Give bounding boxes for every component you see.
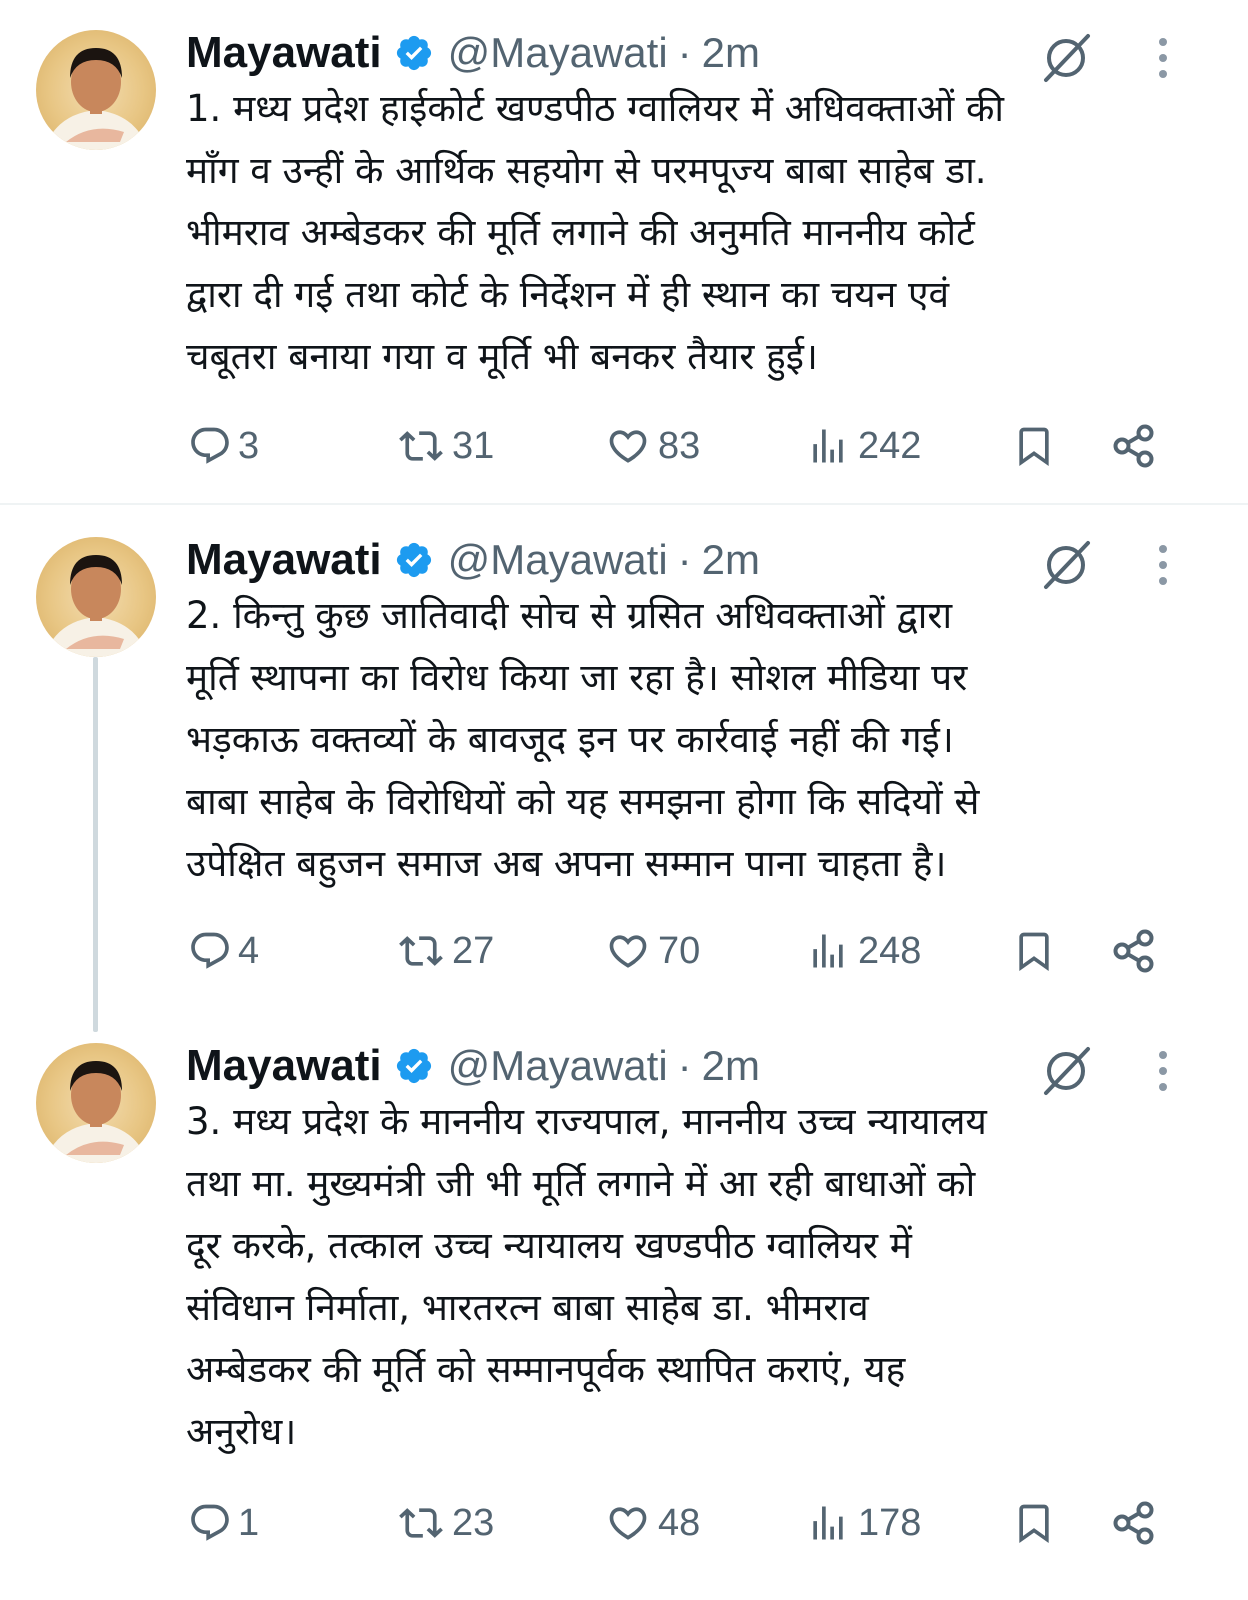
bookmark-icon (1019, 427, 1049, 467)
tweet-text-line: 3. मध्य प्रदेश के माननीय राज्यपाल, माननी… (186, 1100, 987, 1143)
separator-dot: · (677, 536, 692, 583)
tweet-1[interactable]: Mayawati @Mayawati · 2m 1. मध्य प्रदेश ह… (0, 10, 1248, 500)
views-icon (813, 429, 843, 463)
tweet-text-line: 2. किन्तु कुछ जातिवादी सोच से ग्रसित अधि… (186, 594, 953, 637)
separator-dot: · (677, 1042, 692, 1089)
bookmark-button[interactable] (1012, 416, 1056, 476)
like-count: 48 (658, 1501, 701, 1544)
repost-count: 23 (452, 1501, 495, 1544)
tweet-text: 2. किन्तु कुछ जातिवादी सोच से ग्रसित अधि… (186, 585, 1196, 895)
avatar[interactable] (36, 1043, 156, 1163)
reply-count: 1 (238, 1501, 260, 1544)
like-count: 70 (658, 929, 701, 972)
views-count: 178 (858, 1501, 922, 1544)
share-button[interactable] (1110, 416, 1158, 476)
action-bar: 1 23 48 178 (0, 1493, 1248, 1553)
bookmark-icon (1019, 1504, 1049, 1544)
author-handle[interactable]: @Mayawati (448, 29, 668, 77)
bookmark-button[interactable] (1012, 1493, 1056, 1553)
more-options-icon[interactable] (1148, 541, 1178, 589)
tweet-2[interactable]: Mayawati @Mayawati · 2m 2. किन्तु कुछ जा… (0, 517, 1248, 1032)
views-button[interactable]: 242 (804, 416, 921, 476)
reply-icon (191, 1504, 229, 1541)
repost-count: 27 (452, 929, 495, 972)
author-handle[interactable]: @Mayawati (448, 1042, 668, 1090)
share-icon (1113, 1501, 1154, 1545)
repost-icon (399, 431, 443, 461)
share-icon (1113, 929, 1154, 973)
views-count: 248 (858, 929, 922, 972)
tweet-divider (0, 503, 1248, 505)
action-bar: 3 31 83 242 (0, 416, 1248, 476)
like-icon (609, 935, 647, 968)
avatar[interactable] (36, 537, 156, 657)
timestamp[interactable]: 2m (702, 1042, 760, 1090)
avatar-image (44, 48, 148, 150)
tweet-text: 3. मध्य प्रदेश के माननीय राज्यपाल, माननी… (186, 1091, 1196, 1463)
avatar-image (44, 1061, 148, 1163)
author-name[interactable]: Mayawati (186, 1041, 382, 1091)
tweet-text-line: द्वारा दी गई तथा कोर्ट के निर्देशन में ह… (186, 273, 950, 316)
avatar-image (44, 555, 148, 657)
tweet-text-line: उपेक्षित बहुजन समाज अब अपना सम्मान पाना … (186, 842, 947, 885)
tweet-text-line: माँग व उन्हीं के आर्थिक सहयोग से परमपूज्… (186, 149, 987, 192)
repost-count: 31 (452, 424, 495, 467)
verified-badge-icon (396, 35, 431, 71)
tweet-text-line: अम्बेडकर की मूर्ति को सम्मानपूर्वक स्थाप… (186, 1348, 906, 1391)
author-name[interactable]: Mayawati (186, 535, 382, 585)
timestamp[interactable]: 2m (702, 29, 760, 77)
views-icon (813, 934, 843, 968)
avatar[interactable] (36, 30, 156, 150)
repost-icon (399, 936, 443, 966)
reply-count: 3 (238, 424, 260, 467)
views-button[interactable]: 248 (804, 921, 921, 981)
tweet-text-line: बाबा साहेब के विरोधियों को यह समझना होगा… (186, 780, 980, 823)
repost-button[interactable]: 31 (396, 416, 494, 476)
tweet-text-line: अनुरोध। (186, 1410, 297, 1453)
views-icon (813, 1506, 843, 1540)
share-icon (1113, 424, 1154, 468)
timestamp[interactable]: 2m (702, 536, 760, 584)
reply-icon (191, 932, 229, 969)
like-button[interactable]: 70 (604, 921, 700, 981)
author-handle[interactable]: @Mayawati (448, 536, 668, 584)
tweet-3[interactable]: Mayawati @Mayawati · 2m 3. मध्य प्रदेश क… (0, 1023, 1248, 1593)
more-options-icon[interactable] (1148, 1047, 1178, 1095)
views-count: 242 (858, 424, 922, 467)
verified-badge-icon (396, 1048, 431, 1084)
reply-button[interactable]: 4 (188, 921, 259, 981)
action-bar: 4 27 70 248 (0, 921, 1248, 981)
reply-count: 4 (238, 929, 260, 972)
tweet-text: 1. मध्य प्रदेश हाईकोर्ट खण्डपीठ ग्वालियर… (186, 78, 1196, 388)
share-button[interactable] (1110, 1493, 1158, 1553)
repost-button[interactable]: 23 (396, 1493, 494, 1553)
tweet-text-line: 1. मध्य प्रदेश हाईकोर्ट खण्डपीठ ग्वालियर… (186, 87, 1004, 130)
like-button[interactable]: 83 (604, 416, 700, 476)
reply-button[interactable]: 1 (188, 1493, 259, 1553)
tweet-text-line: मूर्ति स्थापना का विरोध किया जा रहा है। … (186, 656, 968, 699)
tweet-text-line: भीमराव अम्बेडकर की मूर्ति लगाने की अनुमत… (186, 211, 975, 254)
reply-button[interactable]: 3 (188, 416, 259, 476)
verified-badge-icon (396, 542, 431, 578)
tweet-text-line: संविधान निर्माता, भारतरत्न बाबा साहेब डा… (186, 1286, 869, 1329)
bookmark-button[interactable] (1012, 921, 1056, 981)
separator-dot: · (677, 29, 692, 76)
tweet-text-line: भड़काऊ वक्तव्यों के बावजूद इन पर कार्रवा… (186, 718, 954, 761)
views-button[interactable]: 178 (804, 1493, 921, 1553)
tweet-text-line: चबूतरा बनाया गया व मूर्ति भी बनकर तैयार … (186, 335, 818, 378)
like-icon (609, 430, 647, 463)
like-icon (609, 1507, 647, 1540)
like-button[interactable]: 48 (604, 1493, 700, 1553)
bookmark-icon (1019, 932, 1049, 972)
author-name[interactable]: Mayawati (186, 28, 382, 78)
tweet-text-line: तथा मा. मुख्यमंत्री जी भी मूर्ति लगाने म… (186, 1162, 976, 1205)
tweet-text-line: दूर करके, तत्काल उच्च न्यायालय खण्डपीठ ग… (186, 1224, 912, 1267)
more-options-icon[interactable] (1148, 34, 1178, 82)
reply-icon (191, 427, 229, 464)
repost-button[interactable]: 27 (396, 921, 494, 981)
share-button[interactable] (1110, 921, 1158, 981)
repost-icon (399, 1508, 443, 1538)
like-count: 83 (658, 424, 701, 467)
